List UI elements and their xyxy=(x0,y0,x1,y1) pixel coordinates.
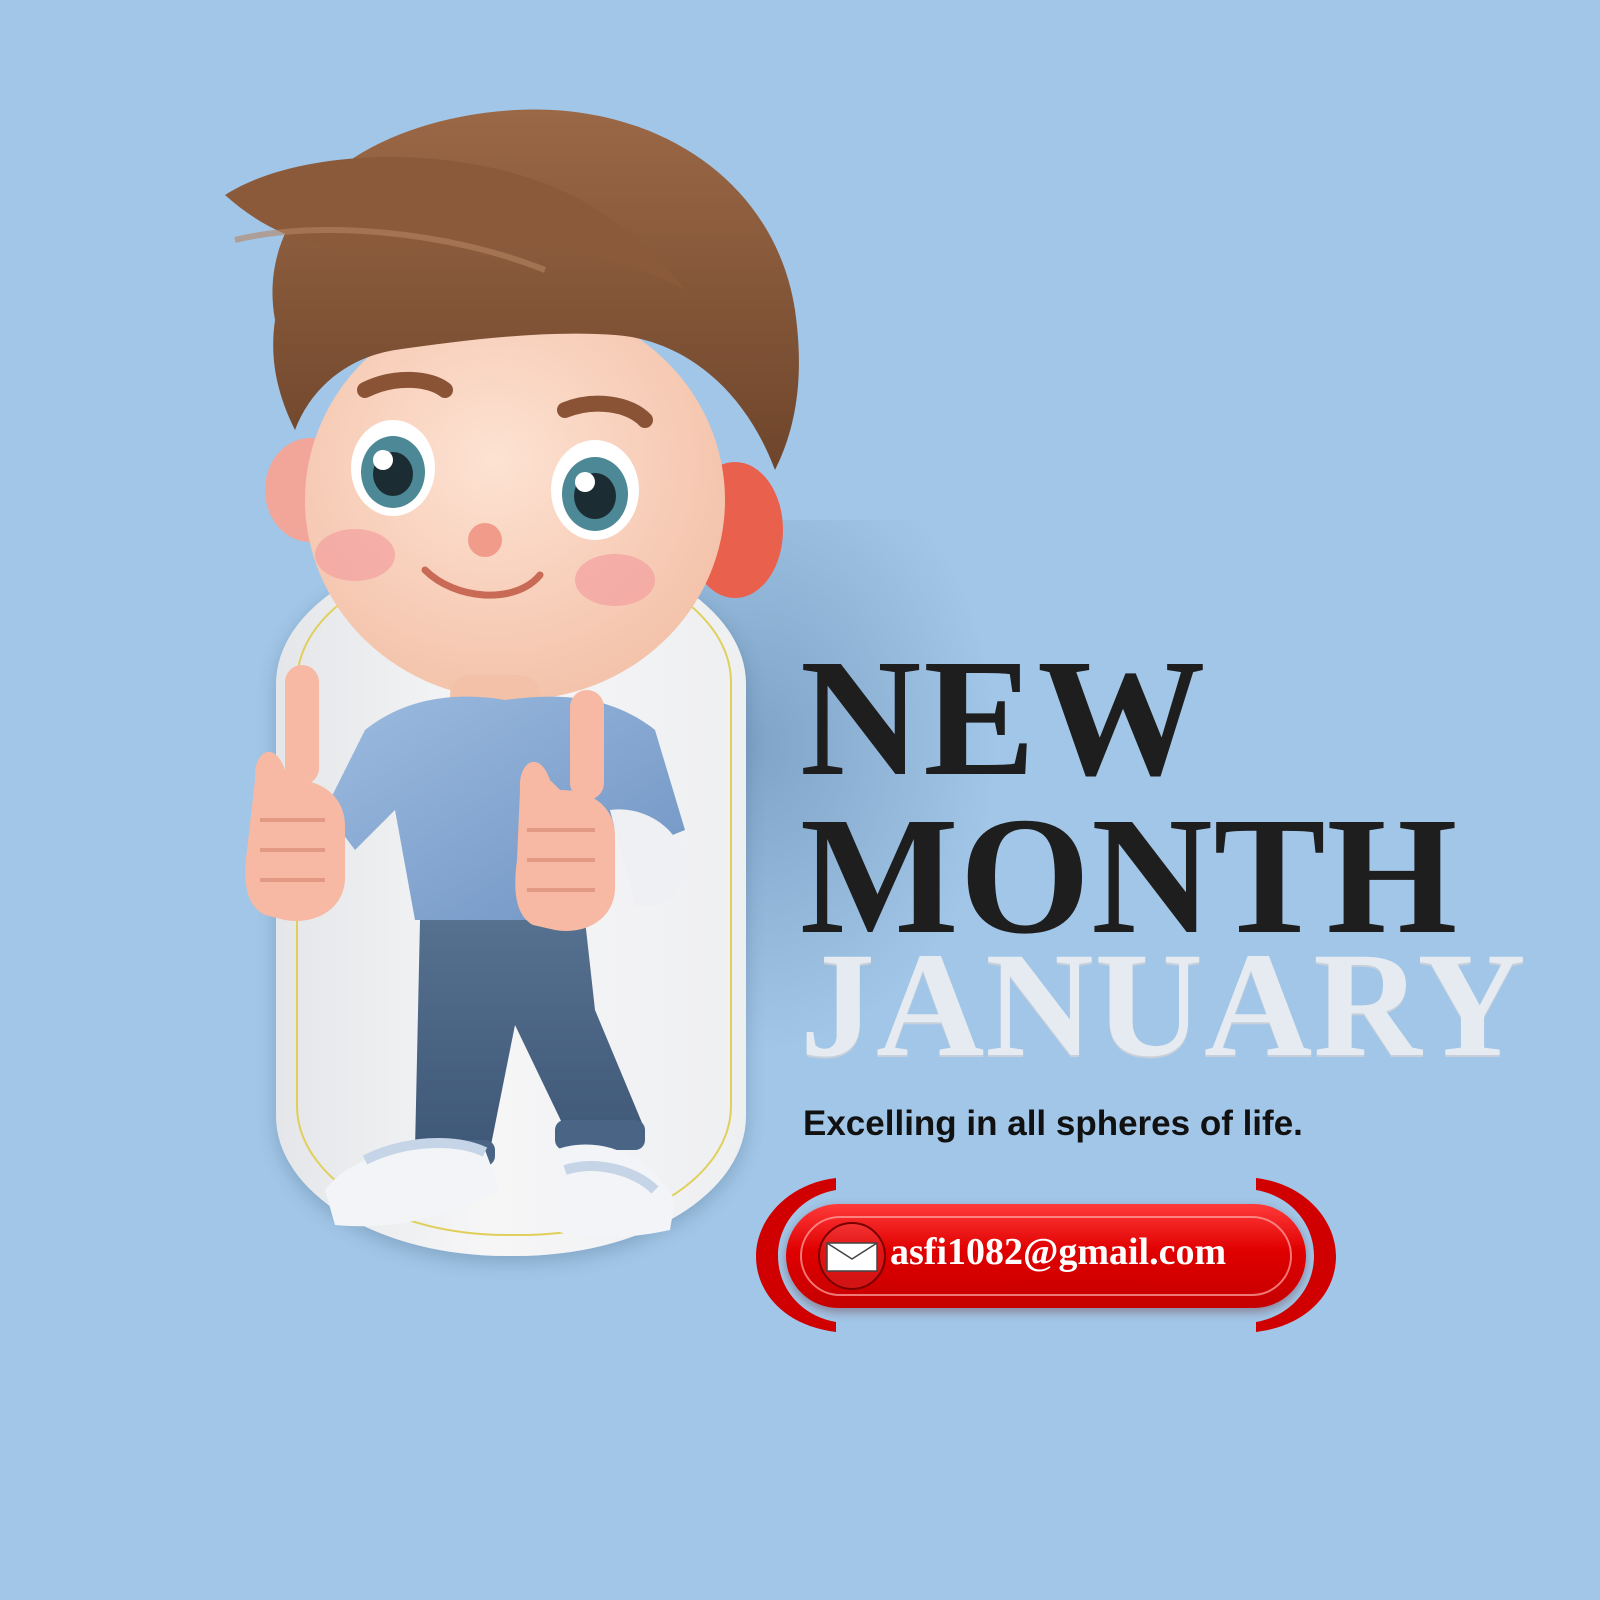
shoe-right xyxy=(555,1144,675,1238)
pants xyxy=(415,920,645,1150)
tagline: Excelling in all spheres of life. xyxy=(803,1104,1303,1143)
headline-new: NEW xyxy=(800,625,1208,811)
headline-january: JANUARY xyxy=(800,922,1527,1088)
email-address[interactable]: asfi1082@gmail.com xyxy=(890,1230,1226,1274)
email-banner[interactable]: asfi1082@gmail.com xyxy=(756,1176,1336,1336)
shoe-left xyxy=(325,1146,500,1227)
cartoon-boy-illustration xyxy=(225,109,799,1238)
envelope-icon xyxy=(826,1242,878,1272)
